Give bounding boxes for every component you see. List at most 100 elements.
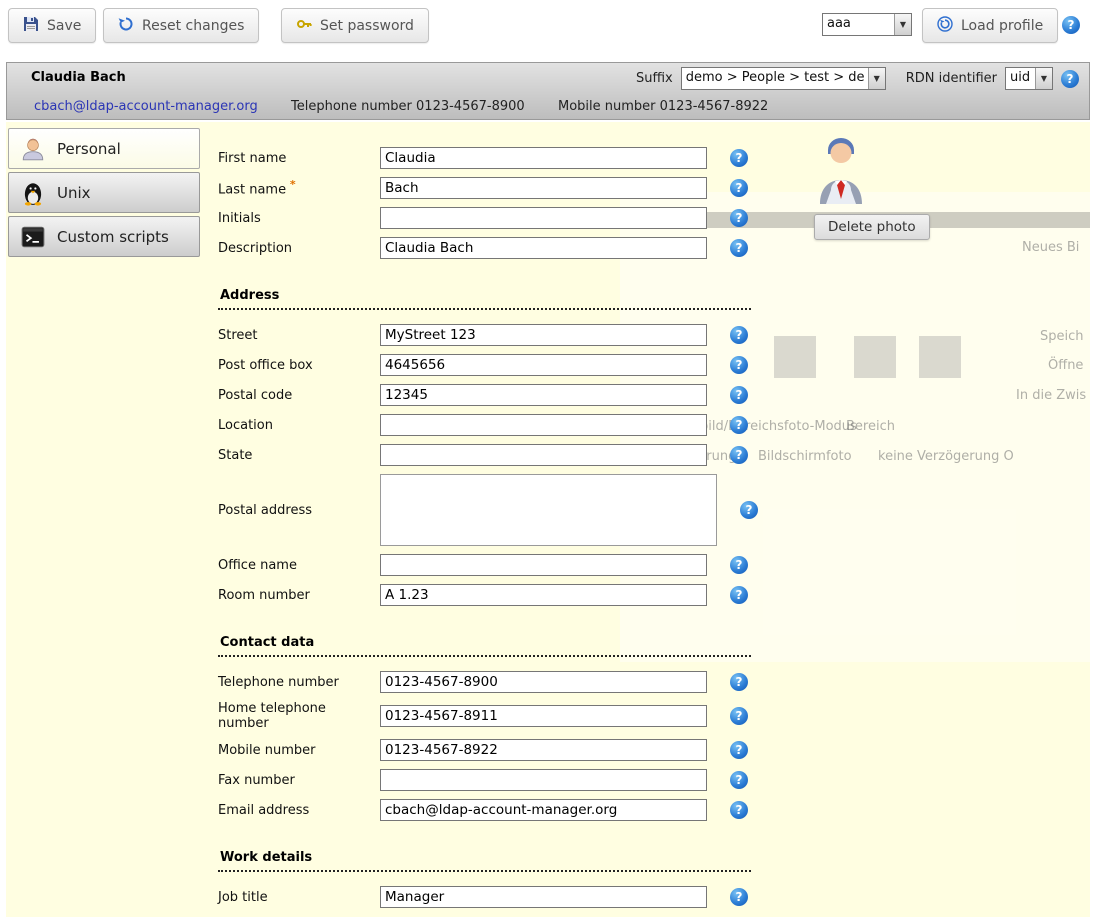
sidebar-item-personal[interactable]: Personal (8, 128, 200, 169)
help-icon[interactable]: ? (730, 209, 748, 227)
help-icon[interactable]: ? (730, 446, 748, 464)
initials-label: Initials (218, 211, 380, 226)
help-icon[interactable]: ? (730, 673, 748, 691)
form-root: First name?Last name *?Initials?Descript… (218, 122, 818, 916)
form-row: Description? (218, 237, 818, 259)
telephone-number-label: Telephone number (218, 675, 380, 690)
section-header: Contact data (218, 632, 751, 657)
form-row: Telephone number? (218, 671, 818, 693)
person-icon (19, 135, 47, 163)
load-profile-button[interactable]: Load profile (922, 8, 1058, 43)
home-telephone-number-label: Home telephone number (218, 701, 380, 731)
help-icon[interactable]: ? (730, 149, 748, 167)
save-icon (23, 16, 39, 36)
tux-icon (19, 179, 47, 207)
rdn-select[interactable]: uid ▼ (1005, 67, 1053, 90)
form-row: Room number? (218, 584, 818, 606)
profile-select[interactable]: aaa ▼ (822, 13, 912, 36)
help-icon[interactable]: ? (730, 386, 748, 404)
postal-code-label: Postal code (218, 388, 380, 403)
help-icon[interactable]: ? (730, 771, 748, 789)
load-profile-button-label: Load profile (961, 18, 1043, 34)
help-icon[interactable]: ? (730, 179, 748, 197)
help-icon[interactable]: ? (1062, 16, 1080, 34)
description-input[interactable] (380, 237, 707, 259)
location-label: Location (218, 418, 380, 433)
delete-photo-button[interactable]: Delete photo (814, 214, 930, 240)
telephone-number-input[interactable] (380, 671, 707, 693)
email-address-input[interactable] (380, 799, 707, 821)
sidebar-item-unix[interactable]: Unix (8, 172, 200, 213)
help-icon[interactable]: ? (730, 801, 748, 819)
help-icon[interactable]: ? (730, 416, 748, 434)
tab-list: Personal Unix Custom scripts (8, 128, 200, 260)
form-row: Home telephone number? (218, 701, 818, 731)
ghost-text: Öffne (1048, 358, 1083, 373)
page-title: Claudia Bach (31, 70, 126, 85)
office-name-label: Office name (218, 558, 380, 573)
rdn-identifier-label: RDN identifier (906, 71, 997, 86)
help-icon[interactable]: ? (1061, 70, 1079, 88)
reset-changes-button[interactable]: Reset changes (103, 8, 259, 43)
form-row: Street? (218, 324, 818, 346)
postal-address-input[interactable] (380, 474, 717, 546)
save-button[interactable]: Save (8, 8, 96, 43)
mobile-number-input[interactable] (380, 739, 707, 761)
rdn-select-value: uid (1006, 68, 1035, 89)
toolbar: Save Reset changes Set password aaa ▼ Lo… (0, 0, 1106, 62)
help-icon[interactable]: ? (730, 741, 748, 759)
form-row: Job title? (218, 886, 818, 908)
section-header: Address (218, 285, 751, 310)
help-icon[interactable]: ? (730, 356, 748, 374)
ghost-text: keine Verzögerung O (878, 449, 1014, 464)
last-name-input[interactable] (380, 177, 707, 199)
required-marker: * (286, 178, 296, 191)
state-label: State (218, 448, 380, 463)
header-phone-text: Telephone number 0123-4567-8900 (291, 99, 525, 114)
suffix-label: Suffix (636, 71, 673, 86)
postal-code-input[interactable] (380, 384, 707, 406)
dropdown-arrow-icon: ▼ (894, 14, 911, 35)
office-name-input[interactable] (380, 554, 707, 576)
state-input[interactable] (380, 444, 707, 466)
location-input[interactable] (380, 414, 707, 436)
sidebar-item-label: Custom scripts (57, 228, 169, 246)
ghost-thumbnail (854, 336, 896, 378)
help-icon[interactable]: ? (730, 888, 748, 906)
form-row: Mobile number? (218, 739, 818, 761)
header-summary-row: cbach@ldap-account-manager.org Telephone… (7, 95, 1089, 121)
sidebar-item-label: Unix (57, 184, 91, 202)
profile-select-value: aaa (823, 14, 894, 35)
sidebar-item-custom-scripts[interactable]: Custom scripts (8, 216, 200, 257)
form-row: Postal code? (218, 384, 818, 406)
ghost-text: In die Zwis (1016, 388, 1086, 403)
post-office-box-label: Post office box (218, 358, 380, 373)
dropdown-arrow-icon: ▼ (868, 68, 885, 89)
initials-input[interactable] (380, 207, 707, 229)
email-link[interactable]: cbach@ldap-account-manager.org (34, 99, 258, 114)
form-row: Initials? (218, 207, 818, 229)
help-icon[interactable]: ? (740, 501, 758, 519)
help-icon[interactable]: ? (730, 326, 748, 344)
account-header: Claudia Bach Suffix demo > People > test… (6, 62, 1090, 120)
room-number-input[interactable] (380, 584, 707, 606)
job-title-input[interactable] (380, 886, 707, 908)
post-office-box-input[interactable] (380, 354, 707, 376)
help-icon[interactable]: ? (730, 707, 748, 725)
fax-number-input[interactable] (380, 769, 707, 791)
help-icon[interactable]: ? (730, 556, 748, 574)
room-number-label: Room number (218, 588, 380, 603)
user-photo (816, 134, 866, 208)
form-row: Last name *? (218, 177, 818, 199)
street-input[interactable] (380, 324, 707, 346)
form-row: Location? (218, 414, 818, 436)
reset-icon (118, 16, 134, 36)
home-telephone-number-input[interactable] (380, 705, 707, 727)
help-icon[interactable]: ? (730, 586, 748, 604)
set-password-button[interactable]: Set password (281, 8, 429, 43)
form-row: Email address? (218, 799, 818, 821)
help-icon[interactable]: ? (730, 239, 748, 257)
reset-button-label: Reset changes (142, 18, 244, 34)
first-name-input[interactable] (380, 147, 707, 169)
suffix-select[interactable]: demo > People > test > de ▼ (681, 67, 886, 90)
